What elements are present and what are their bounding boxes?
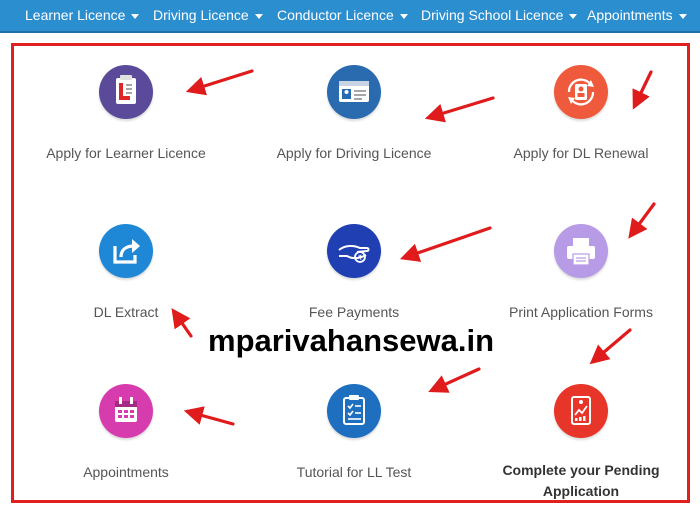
driving-licence-card-icon	[327, 65, 381, 119]
tile-dl-extract[interactable]: DL Extract	[16, 224, 236, 323]
share-extract-icon	[99, 224, 153, 278]
caret-down-icon	[399, 13, 408, 19]
tile-label: Print Application Forms	[509, 304, 653, 320]
tile-complete-pending-application[interactable]: Complete your Pending Application	[471, 384, 691, 502]
checklist-icon	[327, 384, 381, 438]
svg-text:₹: ₹	[358, 254, 363, 262]
tile-label: Tutorial for LL Test	[296, 464, 412, 480]
caret-down-icon	[131, 13, 140, 19]
top-navbar: Learner Licence Driving Licence Conducto…	[0, 0, 700, 33]
nav-driving-school-licence[interactable]: Driving School Licence	[421, 0, 578, 33]
tile-label-line1: Complete your Pending	[502, 462, 660, 478]
tile-appointments[interactable]: Appointments	[16, 384, 236, 483]
tile-apply-learner-licence[interactable]: Apply for Learner Licence	[16, 65, 236, 164]
tile-label: Apply for DL Renewal	[513, 145, 649, 161]
nav-learner-licence[interactable]: Learner Licence	[25, 0, 140, 33]
tile-label: Apply for Driving Licence	[276, 145, 432, 161]
tile-fee-payments[interactable]: ₹ Fee Payments	[244, 224, 464, 323]
calendar-icon	[99, 384, 153, 438]
dl-renewal-icon	[554, 65, 608, 119]
tile-tutorial-ll-test[interactable]: Tutorial for LL Test	[244, 384, 464, 483]
caret-down-icon	[569, 13, 578, 19]
printer-icon	[554, 224, 608, 278]
pending-report-icon	[554, 384, 608, 438]
tile-label: DL Extract	[93, 304, 159, 320]
tile-apply-driving-licence[interactable]: Apply for Driving Licence	[244, 65, 464, 164]
tile-label: Apply for Learner Licence	[46, 145, 206, 161]
tile-label: Complete your Pending Application	[471, 460, 691, 502]
nav-conductor-licence[interactable]: Conductor Licence	[277, 0, 408, 33]
caret-down-icon	[254, 13, 263, 19]
tile-label-line2: Application	[542, 483, 620, 499]
caret-down-icon	[678, 13, 687, 19]
nav-appointments[interactable]: Appointments	[587, 0, 687, 33]
nav-driving-school-licence-label: Driving School Licence	[421, 7, 564, 23]
nav-learner-licence-label: Learner Licence	[25, 7, 126, 23]
nav-driving-licence[interactable]: Driving Licence	[153, 0, 263, 33]
tile-label: Appointments	[83, 464, 169, 480]
nav-appointments-label: Appointments	[587, 7, 673, 23]
tile-label: Fee Payments	[308, 304, 400, 320]
tile-apply-dl-renewal[interactable]: Apply for DL Renewal	[471, 65, 691, 164]
learner-licence-icon	[99, 65, 153, 119]
fee-payment-hand-icon: ₹	[327, 224, 381, 278]
nav-driving-licence-label: Driving Licence	[153, 7, 249, 23]
tile-print-application-forms[interactable]: Print Application Forms	[471, 224, 691, 323]
watermark-text: mparivahansewa.in	[208, 323, 495, 358]
nav-conductor-licence-label: Conductor Licence	[277, 7, 394, 23]
